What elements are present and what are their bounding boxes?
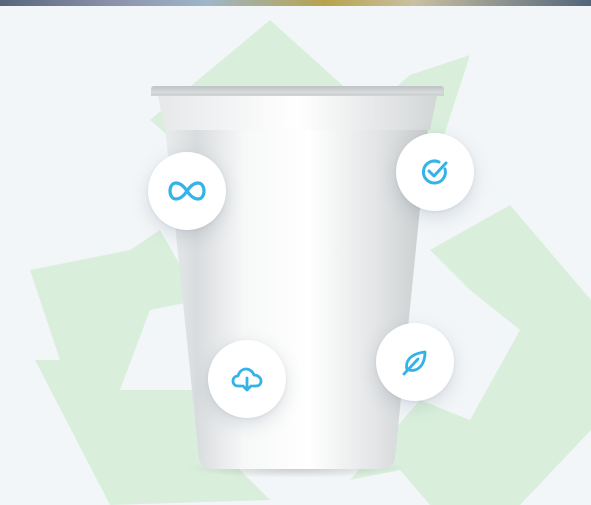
leaf-badge (376, 323, 454, 401)
paper-cup (151, 86, 444, 478)
leaf-icon (402, 350, 427, 376)
cloud-download-badge (208, 340, 286, 418)
infinity-icon (168, 181, 206, 201)
infinity-badge (148, 152, 226, 230)
check-circle-icon (421, 159, 448, 185)
cloud-download-icon (231, 367, 263, 392)
cup-band (158, 96, 437, 130)
check-badge (396, 133, 474, 211)
